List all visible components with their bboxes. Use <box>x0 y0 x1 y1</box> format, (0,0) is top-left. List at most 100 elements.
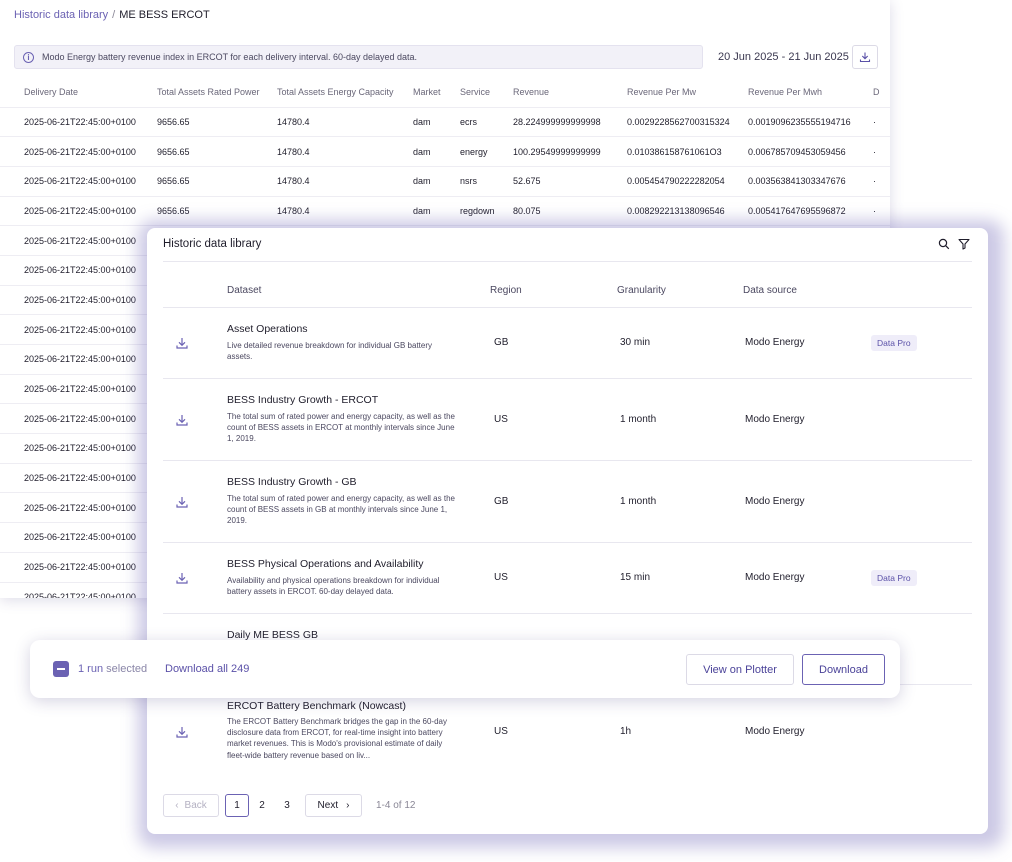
dataset-description: The total sum of rated power and energy … <box>227 494 455 526</box>
dataset-region: GB <box>494 337 509 348</box>
dataset-source: Modo Energy <box>745 496 805 507</box>
back-button[interactable]: ‹ Back <box>163 794 219 817</box>
dataset-row[interactable]: BESS Industry Growth - ERCOT The total s… <box>163 379 972 461</box>
table-cell: · <box>873 106 890 137</box>
table-cell: 0.0029228562700315324 <box>627 106 748 137</box>
table-cell: 9656.65 <box>157 106 277 137</box>
download-icon[interactable] <box>175 495 189 509</box>
next-label: Next <box>317 800 339 811</box>
dataset-region: US <box>494 726 508 737</box>
dataset-granularity: 1h <box>620 726 632 737</box>
column-header-granularity: Granularity <box>617 285 666 296</box>
download-selection-button[interactable]: Download <box>802 654 885 685</box>
table-cell: 0.006785709453059456 <box>748 136 873 167</box>
card-tools <box>938 238 970 250</box>
table-cell: 0.010386158761061O3 <box>627 136 748 167</box>
column-header[interactable]: Market <box>413 78 460 107</box>
dataset-title[interactable]: Asset Operations <box>227 323 308 335</box>
search-icon[interactable] <box>938 238 950 250</box>
selection-action-bar: 1 run selected Download all 249 View on … <box>30 640 900 698</box>
table-cell: 2025-06-21T22:45:00+0100 <box>0 433 157 464</box>
dataset-granularity: 30 min <box>620 337 651 348</box>
page-button-3[interactable]: 3 <box>275 794 299 817</box>
table-cell: 2025-06-21T22:45:00+0100 <box>0 106 157 137</box>
dataset-granularity: 15 min <box>620 572 651 583</box>
card-title: Historic data library <box>163 238 262 250</box>
table-row: 2025-06-21T22:45:00+0100 9656.65 14780.4 da… <box>0 106 890 137</box>
back-label: Back <box>184 800 207 811</box>
table-cell: dam <box>413 165 460 197</box>
dataset-source: Modo Energy <box>745 726 805 737</box>
info-icon: i <box>23 51 34 63</box>
download-icon[interactable] <box>175 725 189 739</box>
view-on-plotter-button[interactable]: View on Plotter <box>686 654 794 685</box>
table-cell: energy <box>460 136 513 167</box>
selection-count: 1 run selected <box>78 663 147 675</box>
download-icon[interactable] <box>175 336 189 350</box>
dataset-title[interactable]: BESS Industry Growth - GB <box>227 476 357 488</box>
download-button[interactable] <box>852 45 878 69</box>
dataset-title[interactable]: ERCOT Battery Benchmark (Nowcast) <box>227 700 406 712</box>
table-cell: 9656.65 <box>157 165 277 197</box>
column-header[interactable]: Revenue <box>513 78 627 107</box>
dataset-title[interactable]: BESS Physical Operations and Availabilit… <box>227 558 424 570</box>
dataset-row[interactable]: BESS Industry Growth - GB The total sum … <box>163 461 972 543</box>
table-cell: 52.675 <box>513 165 627 197</box>
select-all-checkbox[interactable] <box>53 661 69 677</box>
breadcrumb-separator: / <box>112 9 116 21</box>
table-cell: 2025-06-21T22:45:00+0100 <box>0 225 157 256</box>
download-all-link[interactable]: Download all 249 <box>165 663 249 675</box>
table-cell: dam <box>413 106 460 137</box>
column-header[interactable]: Revenue Per Mwh <box>748 78 873 107</box>
column-header[interactable]: Revenue Per Mw <box>627 78 748 107</box>
dataset-region: US <box>494 414 508 425</box>
table-cell: 0.003563841303347676 <box>748 165 873 197</box>
date-range-picker[interactable]: 20 Jun 2025 - 21 Jun 2025 <box>718 51 849 63</box>
filter-icon[interactable] <box>958 238 970 250</box>
table-cell: · <box>873 165 890 197</box>
breadcrumb-parent-link[interactable]: Historic data library <box>14 9 108 21</box>
page-button-1[interactable]: 1 <box>225 794 249 817</box>
dataset-row[interactable]: BESS Physical Operations and Availabilit… <box>163 543 972 614</box>
dataset-title[interactable]: BESS Industry Growth - ERCOT <box>227 394 378 406</box>
column-header-data-source: Data source <box>743 285 797 296</box>
download-icon[interactable] <box>175 413 189 427</box>
table-cell: 9656.65 <box>157 136 277 167</box>
table-cell: 2025-06-21T22:45:00+0100 <box>0 581 157 598</box>
table-cell: 2025-06-21T22:45:00+0100 <box>0 492 157 523</box>
next-button[interactable]: Next › <box>305 794 362 817</box>
data-pro-badge: Data Pro <box>871 335 917 351</box>
download-icon[interactable] <box>175 571 189 585</box>
dataset-row[interactable]: Asset Operations Live detailed revenue b… <box>163 308 972 379</box>
table-cell: 2025-06-21T22:45:00+0100 <box>0 136 157 167</box>
table-cell: 14780.4 <box>277 106 413 137</box>
data-pro-badge: Data Pro <box>871 570 917 586</box>
column-header[interactable]: Total Assets Rated Power <box>157 78 277 107</box>
column-header[interactable]: Service <box>460 78 513 107</box>
minus-icon <box>57 668 65 670</box>
table-cell: 2025-06-21T22:45:00+0100 <box>0 314 157 345</box>
breadcrumb-current: ME BESS ERCOT <box>119 9 210 21</box>
table-cell: 2025-06-21T22:45:00+0100 <box>0 195 157 226</box>
column-header[interactable]: D <box>873 78 890 107</box>
table-cell: 2025-06-21T22:45:00+0100 <box>0 284 157 315</box>
column-header[interactable]: Delivery Date <box>0 78 157 107</box>
chevron-left-icon: ‹ <box>175 800 179 811</box>
card-divider <box>163 261 972 262</box>
dataset-source: Modo Energy <box>745 572 805 583</box>
info-banner: i Modo Energy battery revenue index in E… <box>14 45 703 69</box>
table-cell: 14780.4 <box>277 165 413 197</box>
column-header[interactable]: Total Assets Energy Capacity <box>277 78 413 107</box>
dataset-source: Modo Energy <box>745 337 805 348</box>
table-cell: 0.0019096235555194716 <box>748 106 873 137</box>
dataset-description: The total sum of rated power and energy … <box>227 412 455 444</box>
table-cell: · <box>873 136 890 167</box>
info-banner-text: Modo Energy battery revenue index in ERC… <box>42 52 418 62</box>
table-cell: 2025-06-21T22:45:00+0100 <box>0 254 157 286</box>
table-cell: 100.29549999999999 <box>513 136 627 167</box>
dataset-region: US <box>494 572 508 583</box>
page-button-2[interactable]: 2 <box>250 794 274 817</box>
dataset-row[interactable]: ERCOT Battery Benchmark (Nowcast) The ER… <box>163 685 972 777</box>
column-header-region: Region <box>490 285 522 296</box>
table-cell: 2025-06-21T22:45:00+0100 <box>0 344 157 375</box>
